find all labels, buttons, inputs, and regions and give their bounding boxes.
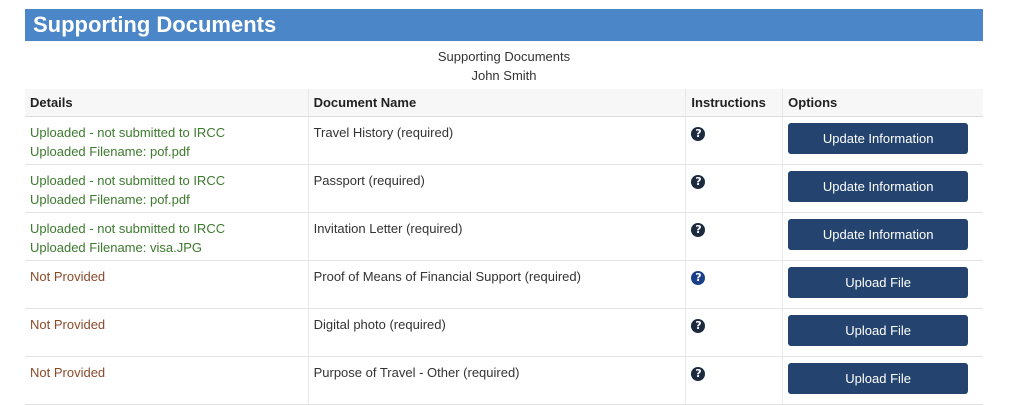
question-circle-icon[interactable]: ? bbox=[691, 271, 706, 285]
upload-file-button[interactable]: Upload File bbox=[788, 267, 969, 298]
instructions-cell: ? bbox=[685, 164, 783, 213]
options-cell: Upload File bbox=[782, 260, 983, 309]
upload-status: Not Provided bbox=[30, 317, 106, 332]
column-header-instructions: Instructions bbox=[685, 89, 783, 117]
update-information-button[interactable]: Update Information bbox=[788, 171, 969, 202]
document-name: Proof of Means of Financial Support (req… bbox=[307, 260, 686, 309]
table-row: Uploaded - not submitted to IRCC Uploade… bbox=[25, 164, 983, 213]
details-cell: Uploaded - not submitted to IRCC Uploade… bbox=[25, 212, 309, 261]
column-header-document-name: Document Name bbox=[307, 89, 686, 117]
question-circle-icon[interactable]: ? bbox=[691, 367, 706, 381]
applicant-name: John Smith bbox=[471, 68, 537, 83]
options-cell: Update Information bbox=[782, 164, 983, 213]
instructions-cell: ? bbox=[685, 308, 783, 357]
uploaded-filename: Uploaded Filename: visa.JPG bbox=[30, 240, 202, 255]
column-header-details: Details bbox=[25, 89, 309, 117]
upload-status: Uploaded - not submitted to IRCC bbox=[30, 125, 226, 140]
document-name: Travel History (required) bbox=[307, 116, 686, 165]
details-cell: Not Provided bbox=[25, 260, 309, 309]
question-circle-icon[interactable]: ? bbox=[691, 175, 706, 189]
instructions-cell: ? bbox=[685, 116, 783, 165]
options-cell: Update Information bbox=[782, 212, 983, 261]
supporting-documents-panel: Supporting Documents Supporting Document… bbox=[25, 9, 983, 405]
options-cell: Update Information bbox=[782, 116, 983, 165]
upload-file-button[interactable]: Upload File bbox=[788, 315, 969, 346]
table-row: Uploaded - not submitted to IRCC Uploade… bbox=[25, 116, 983, 165]
details-cell: Uploaded - not submitted to IRCC Uploade… bbox=[25, 116, 309, 165]
document-name: Digital photo (required) bbox=[307, 308, 686, 357]
table-row: Not Provided Proof of Means of Financial… bbox=[25, 260, 983, 309]
table-row: Not Provided Digital photo (required) ? … bbox=[25, 308, 983, 357]
panel-title: Supporting Documents bbox=[25, 9, 983, 41]
details-cell: Not Provided bbox=[25, 308, 309, 357]
document-name: Purpose of Travel - Other (required) bbox=[307, 356, 686, 405]
question-circle-icon[interactable]: ? bbox=[691, 319, 706, 333]
upload-status: Not Provided bbox=[30, 269, 106, 284]
question-circle-icon[interactable]: ? bbox=[691, 127, 706, 141]
details-cell: Uploaded - not submitted to IRCC Uploade… bbox=[25, 164, 309, 213]
table-row: Uploaded - not submitted to IRCC Uploade… bbox=[25, 212, 983, 261]
table-row: Not Provided Purpose of Travel - Other (… bbox=[25, 356, 983, 405]
panel-subtitle: Supporting Documents John Smith bbox=[25, 47, 983, 85]
options-cell: Upload File bbox=[782, 308, 983, 357]
question-circle-icon[interactable]: ? bbox=[691, 223, 706, 237]
subtitle-heading: Supporting Documents bbox=[437, 49, 571, 64]
document-name: Invitation Letter (required) bbox=[307, 212, 686, 261]
instructions-cell: ? bbox=[685, 212, 783, 261]
options-cell: Upload File bbox=[782, 356, 983, 405]
upload-status: Not Provided bbox=[30, 365, 106, 380]
update-information-button[interactable]: Update Information bbox=[788, 219, 969, 250]
instructions-cell: ? bbox=[685, 356, 783, 405]
uploaded-filename: Uploaded Filename: pof.pdf bbox=[30, 192, 190, 207]
document-name: Passport (required) bbox=[307, 164, 686, 213]
upload-file-button[interactable]: Upload File bbox=[788, 363, 969, 394]
table-header-row: Details Document Name Instructions Optio… bbox=[25, 89, 983, 117]
upload-status: Uploaded - not submitted to IRCC bbox=[30, 221, 226, 236]
uploaded-filename: Uploaded Filename: pof.pdf bbox=[30, 144, 190, 159]
upload-status: Uploaded - not submitted to IRCC bbox=[30, 173, 226, 188]
update-information-button[interactable]: Update Information bbox=[788, 123, 969, 154]
column-header-options: Options bbox=[782, 89, 983, 117]
documents-table: Details Document Name Instructions Optio… bbox=[25, 89, 983, 405]
instructions-cell: ? bbox=[685, 260, 783, 309]
details-cell: Not Provided bbox=[25, 356, 309, 405]
